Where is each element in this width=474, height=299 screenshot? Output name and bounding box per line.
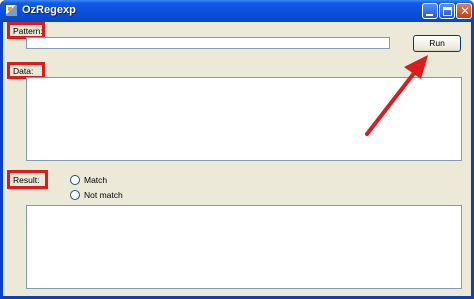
result-output[interactable] xyxy=(26,205,462,289)
pattern-input[interactable] xyxy=(26,37,390,49)
close-icon: ✕ xyxy=(460,4,471,18)
data-label: Data: xyxy=(13,66,34,76)
not-match-radio-label: Not match xyxy=(84,190,123,200)
minimize-button[interactable] xyxy=(422,3,438,19)
match-radio-label: Match xyxy=(84,175,108,185)
maximize-icon xyxy=(443,7,452,16)
minimize-icon xyxy=(426,14,433,16)
pattern-label: Pattern: xyxy=(13,26,43,36)
maximize-button[interactable] xyxy=(439,3,455,19)
window-title: OzRegexp xyxy=(22,4,76,16)
result-label: Result: xyxy=(13,175,40,185)
app-window: OzRegexp ✕ Pattern: Run Data: Result: Ma… xyxy=(0,0,474,299)
match-radio[interactable] xyxy=(70,175,80,185)
data-textarea[interactable] xyxy=(26,77,462,161)
client-area: Pattern: Run Data: Result: Match Not mat… xyxy=(3,22,471,296)
app-icon xyxy=(5,4,18,17)
not-match-radio[interactable] xyxy=(70,190,80,200)
title-bar[interactable]: OzRegexp ✕ xyxy=(0,0,474,22)
run-button[interactable]: Run xyxy=(413,35,461,52)
close-button[interactable]: ✕ xyxy=(456,3,472,19)
